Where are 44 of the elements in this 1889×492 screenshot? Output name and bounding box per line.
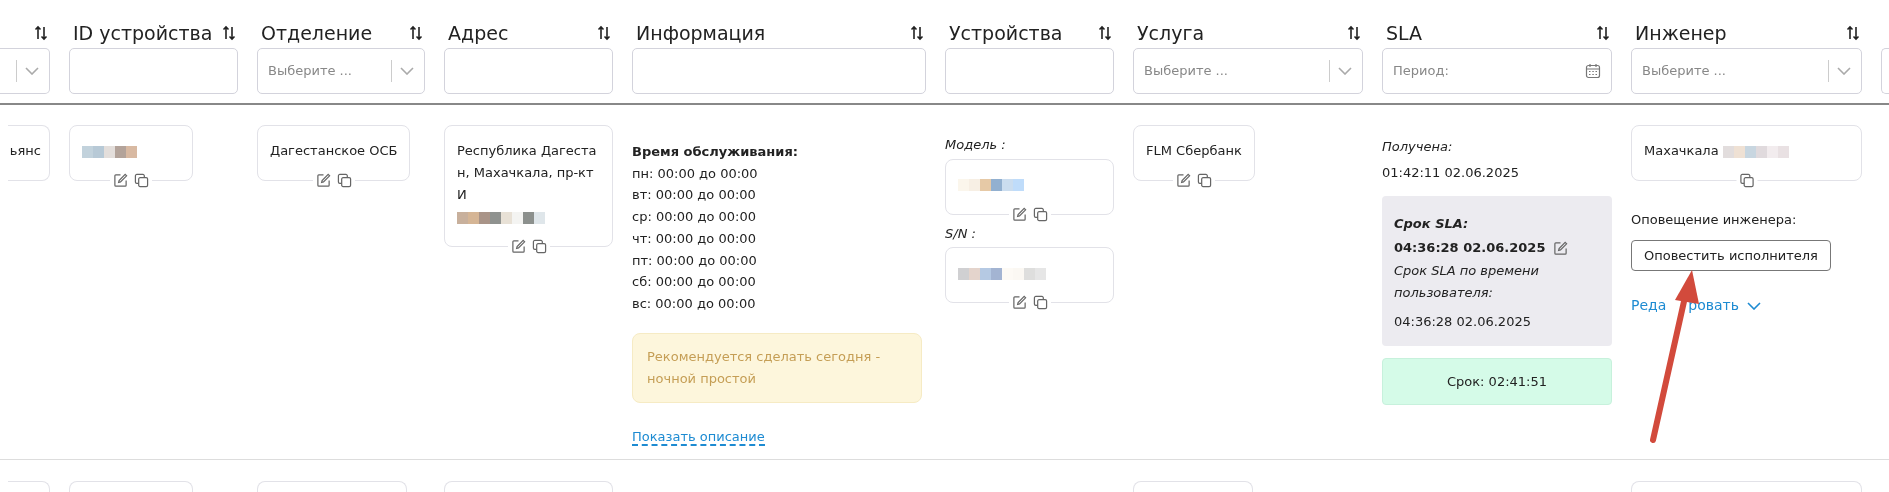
edit-link[interactable]: ровать bbox=[1688, 295, 1740, 316]
column-header: ID устройства bbox=[73, 20, 213, 46]
column-header: Информация bbox=[636, 20, 766, 46]
select-field[interactable]: Выберите ... bbox=[257, 48, 425, 94]
placeholder-text: Выберите ... bbox=[268, 62, 352, 81]
card-text: Республика Дагестан, Махачкала, пр-кт И bbox=[457, 142, 598, 204]
placeholder-text: Выберите ... bbox=[1144, 62, 1228, 81]
recommendation-notice: Рекомендуется сделать сегодня - ночной простой bbox=[632, 332, 922, 403]
column-header: Услуга bbox=[1137, 20, 1205, 46]
received-label: Получена: bbox=[1382, 138, 1454, 156]
select-field[interactable]: Выберите ... bbox=[1631, 48, 1862, 94]
schedule-line: ср: 00:00 до 00:00 bbox=[632, 208, 758, 227]
placeholder-text: Выберите ... bbox=[1642, 62, 1726, 81]
schedule-heading: Время обслуживания: bbox=[632, 143, 799, 161]
column-header: Адрес bbox=[448, 20, 509, 46]
column-header: Устройства bbox=[949, 20, 1063, 46]
column-header: SLA bbox=[1386, 20, 1423, 46]
schedule-line: вт: 00:00 до 00:00 bbox=[632, 186, 757, 205]
user-deadline-label: Срок SLA по времени пользователя: bbox=[1394, 262, 1541, 302]
schedule-line: чт: 00:00 до 00:00 bbox=[632, 229, 757, 248]
schedule-line: вс: 00:00 до 00:00 bbox=[632, 294, 757, 313]
schedule-line: пт: 00:00 до 00:00 bbox=[632, 251, 758, 270]
received-time: 01:42:11 02.06.2025 bbox=[1382, 163, 1520, 182]
notify-button[interactable]: Оповестить исполнителя bbox=[1631, 239, 1831, 271]
select-field[interactable]: Выберите ... bbox=[1133, 48, 1363, 94]
card-text: FLM Сбербанк bbox=[1146, 143, 1242, 158]
sla-deadline: 04:36:28 02.06.2025 bbox=[1394, 239, 1546, 257]
column-header: Отделение bbox=[261, 20, 373, 46]
card-text: Махачкала bbox=[1644, 143, 1719, 158]
column-header: Инженер bbox=[1635, 20, 1727, 46]
show-description-link[interactable]: Показать описание bbox=[632, 428, 765, 446]
placeholder-text: Период: bbox=[1393, 62, 1449, 81]
time-remaining: Срок: 02:41:51 bbox=[1382, 358, 1612, 405]
schedule-line: пн: 00:00 до 00:00 bbox=[632, 164, 759, 183]
notify-label: Оповещение инженера: bbox=[1631, 211, 1798, 229]
schedule-line: сб: 00:00 до 00:00 bbox=[632, 273, 757, 292]
field-label: Модель : bbox=[945, 136, 1007, 154]
field-label: S/N : bbox=[945, 224, 977, 243]
card-text: Дагестанское ОСБ bbox=[270, 143, 398, 158]
user-deadline: 04:36:28 02.06.2025 bbox=[1394, 313, 1532, 331]
card-text: ьянс bbox=[9, 143, 41, 158]
date-field[interactable]: Период: bbox=[1382, 48, 1612, 94]
edit-link[interactable]: Реда bbox=[1631, 295, 1667, 316]
sla-deadline-label: Срок SLA: bbox=[1394, 215, 1470, 233]
